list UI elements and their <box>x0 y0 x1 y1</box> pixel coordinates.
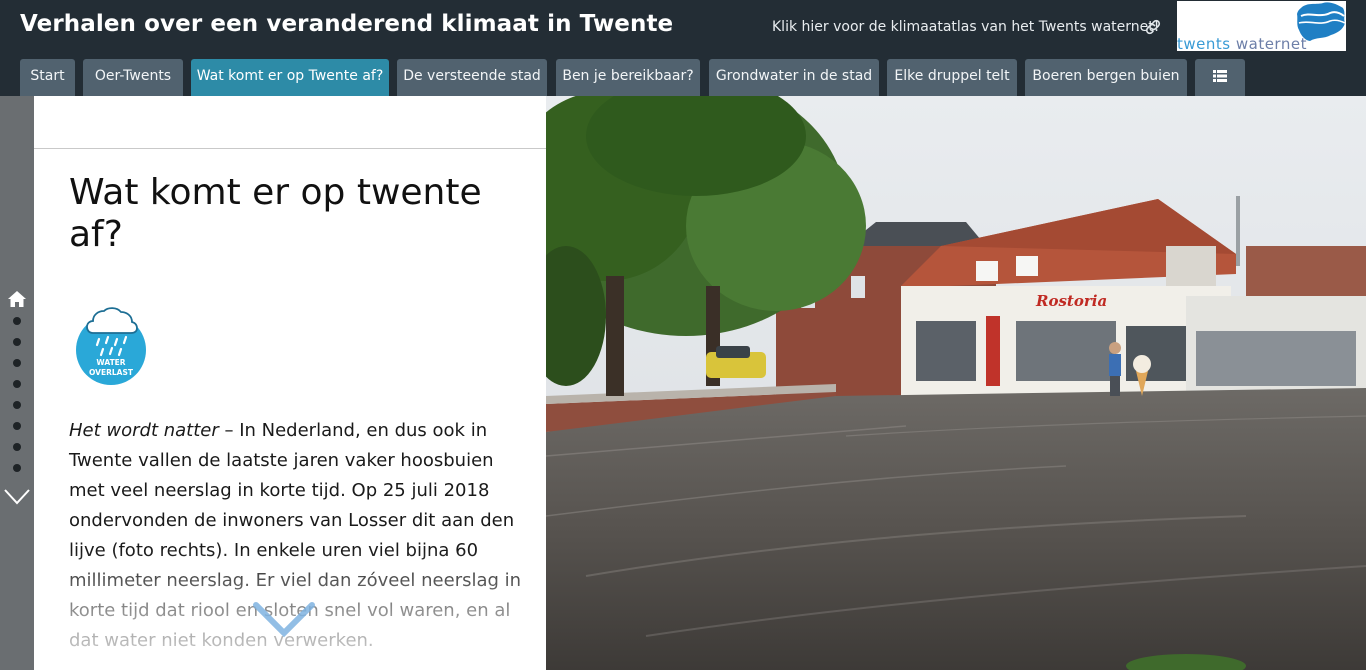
tab-oer-twents[interactable]: Oer-Twents <box>83 59 183 96</box>
section-dot-6[interactable] <box>13 422 21 430</box>
flooded-street-illustration: Rostoria <box>546 96 1366 670</box>
twents-waternet-logo[interactable]: twents waternet <box>1177 1 1346 51</box>
section-dot-3[interactable] <box>13 359 21 367</box>
tab-start[interactable]: Start <box>20 59 75 96</box>
water-overlast-badge: WATER OVERLAST <box>76 307 146 385</box>
tab-menu[interactable] <box>1195 59 1245 96</box>
tab-boeren-bergen-buien[interactable]: Boeren bergen buien <box>1025 59 1187 96</box>
tab-wat-komt-er-op-twente-af[interactable]: Wat komt er op Twente af? <box>191 59 389 96</box>
list-menu-icon <box>1213 70 1227 82</box>
story-side-panel: Wat komt er op twente af? WATER OVERLAST… <box>34 96 546 670</box>
section-dot-7[interactable] <box>13 443 21 451</box>
section-dot-4[interactable] <box>13 380 21 388</box>
badge-line1: WATER <box>96 358 125 367</box>
link-icon[interactable] <box>1144 18 1162 36</box>
tab-ben-je-bereikbaar[interactable]: Ben je bereikbaar? <box>556 59 700 96</box>
section-dot-5[interactable] <box>13 401 21 409</box>
tab-grondwater-in-de-stad[interactable]: Grondwater in de stad <box>709 59 879 96</box>
badge-line2: OVERLAST <box>89 368 134 377</box>
logo-text: twents waternet <box>1177 35 1307 52</box>
tab-de-versteende-stad[interactable]: De versteende stad <box>397 59 547 96</box>
app-title: Verhalen over een veranderend klimaat in… <box>20 11 674 37</box>
main-photo-flooded-street: Rostoria <box>546 96 1366 670</box>
atlas-link[interactable]: Klik hier voor de klimaatatlas van het T… <box>772 19 1159 35</box>
section-dot-8[interactable] <box>13 464 21 472</box>
panel-header-bar <box>34 96 546 149</box>
section-title: Wat komt er op twente af? <box>69 172 482 255</box>
tab-elke-druppel-telt[interactable]: Elke druppel telt <box>887 59 1017 96</box>
scroll-more-chevron-icon[interactable] <box>252 601 316 639</box>
section-dot-2[interactable] <box>13 338 21 346</box>
home-icon[interactable] <box>8 291 26 307</box>
intro-emphasis: Het wordt natter <box>69 420 219 441</box>
section-navigation-rail <box>0 96 34 670</box>
section-dot-1[interactable] <box>13 317 21 325</box>
chevron-down-icon[interactable] <box>4 488 30 506</box>
shop-sign-text: Rostoria <box>1035 292 1107 310</box>
